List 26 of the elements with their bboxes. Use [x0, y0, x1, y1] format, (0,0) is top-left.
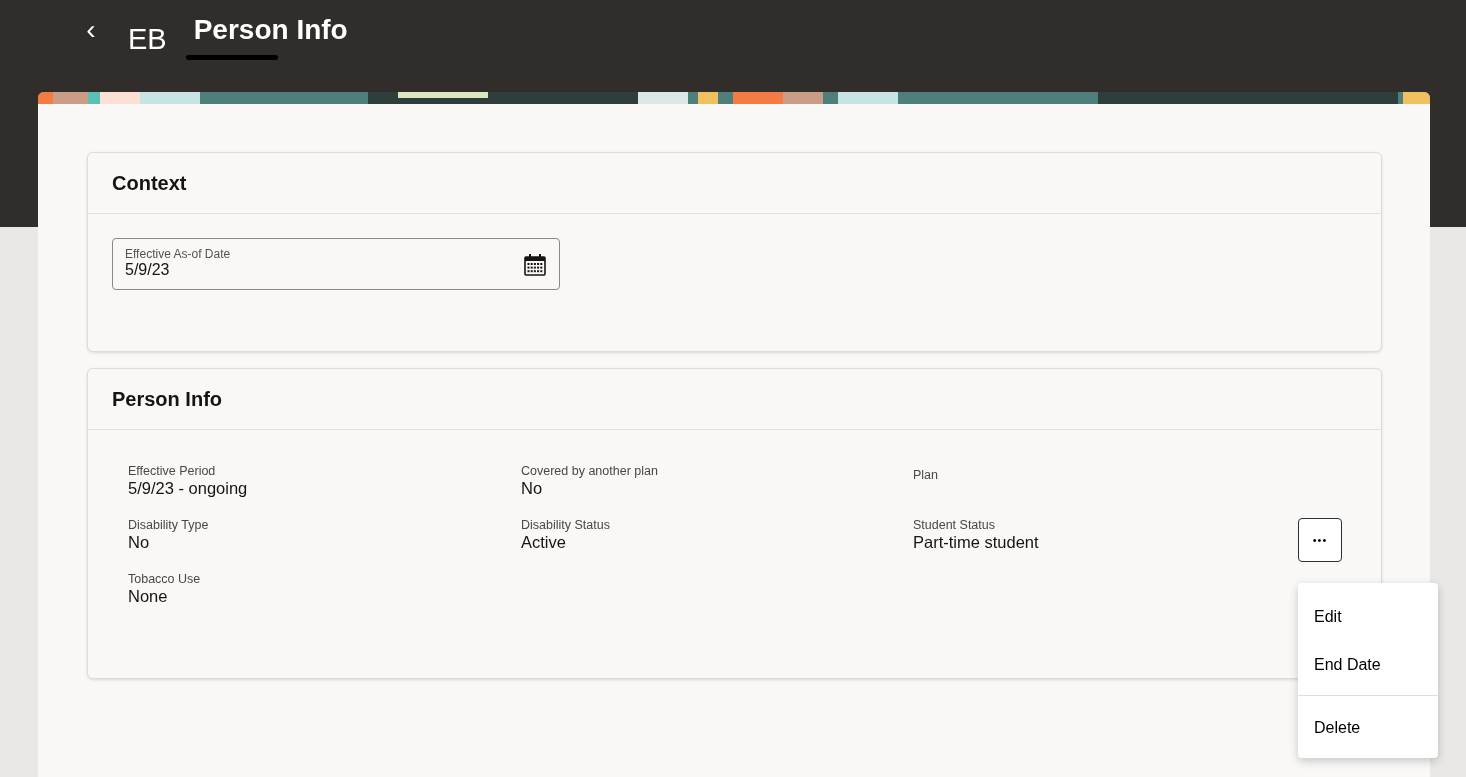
field-label: Effective As-of Date [125, 247, 231, 261]
field-label: Disability Status [521, 518, 611, 532]
menu-item[interactable]: End Date [1298, 641, 1438, 689]
menu-item[interactable]: Edit [1298, 593, 1438, 641]
avatar-initials: EB [128, 22, 167, 56]
field-value: 5/9/23 [125, 261, 171, 279]
calendar-icon[interactable] [523, 253, 547, 277]
field-value: 5/9/23 - ongoing [128, 478, 249, 498]
card-title: Context [88, 153, 1381, 214]
field-label: Plan [913, 468, 940, 482]
field-label: Disability Type [128, 518, 210, 532]
field-label: Tobacco Use [128, 572, 202, 586]
field-value: None [128, 586, 169, 606]
back-button[interactable]: ‹ [84, 16, 98, 44]
field-value: Active [521, 532, 567, 552]
field-label: Student Status [913, 518, 996, 532]
field-value: Part-time student [913, 532, 1040, 552]
field-label: Effective Period [128, 464, 217, 478]
menu-item[interactable]: Delete [1298, 704, 1438, 752]
date-field[interactable]: Effective As-of Date 5/9/23 [112, 238, 560, 290]
more-actions-button[interactable]: ••• [1298, 518, 1342, 562]
field-label: Covered by another plan [521, 464, 659, 478]
field-value: No [128, 532, 151, 552]
card-title: Person Info [88, 369, 1381, 430]
field-value: No [521, 478, 544, 498]
page-title: Person Info [193, 14, 348, 46]
